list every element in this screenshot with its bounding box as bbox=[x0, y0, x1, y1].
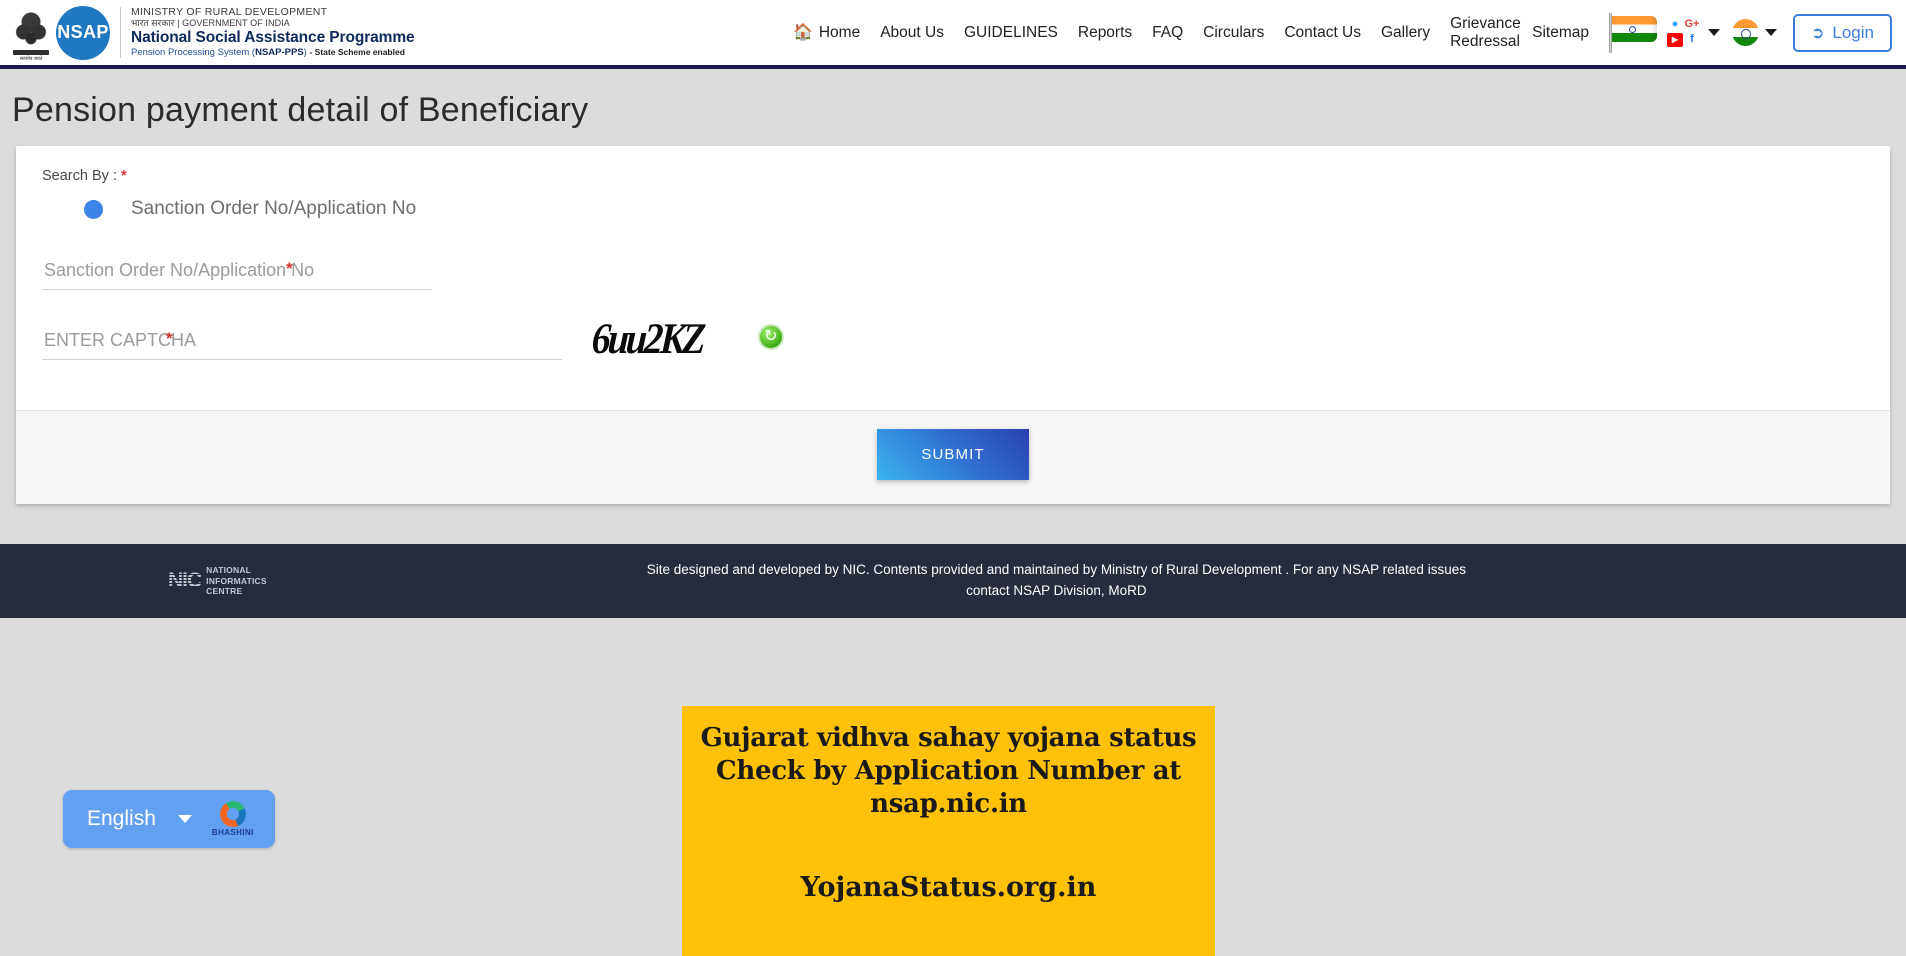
bhashini-selected-language: English bbox=[87, 807, 156, 830]
bhashini-brand-label: BHASHINI bbox=[211, 828, 254, 837]
subtitle-tag: - State Scheme enabled bbox=[309, 46, 405, 57]
footer-credits-text: Site designed and developed by NIC. Cont… bbox=[646, 562, 1466, 598]
captcha-field-wrap: * bbox=[42, 326, 562, 360]
search-form-card: Search By : * Sanction Order No/Applicat… bbox=[16, 146, 1890, 504]
social-dropdown-caret-icon[interactable] bbox=[1707, 29, 1720, 36]
below-footer-area: Gujarat vidhva sahay yojana status Check… bbox=[0, 617, 1906, 956]
site-header: सत्यमेव जयते NSAP MINISTRY OF RURAL DEVE… bbox=[0, 0, 1906, 69]
nav-item-grievance-redressal[interactable]: Grievance Redressal bbox=[1440, 15, 1522, 51]
page-title: Pension payment detail of Beneficiary bbox=[12, 91, 589, 129]
search-by-radio-group: Sanction Order No/Application No bbox=[42, 198, 1864, 220]
promo-banner-url: YojanaStatus.org.in bbox=[800, 871, 1097, 903]
submit-button[interactable]: SUBMIT bbox=[877, 429, 1029, 480]
india-flag-icon bbox=[1607, 12, 1659, 53]
nav-item-home[interactable]: 🏠 Home bbox=[783, 24, 870, 42]
form-body: Search By : * Sanction Order No/Applicat… bbox=[16, 146, 1890, 410]
nav-item-circulars[interactable]: Circulars bbox=[1193, 24, 1274, 42]
sanction-order-field-wrap: * bbox=[42, 256, 432, 290]
main-navigation: 🏠 Home About Us GUIDELINES Reports FAQ C… bbox=[783, 12, 1906, 53]
nsap-logo-badge: NSAP bbox=[56, 5, 110, 60]
nic-mark: NIC bbox=[168, 568, 202, 592]
form-footer: SUBMIT bbox=[16, 410, 1890, 504]
promo-banner-line-2: Check by Application Number at bbox=[715, 756, 1182, 787]
nic-fullname: NATIONAL INFORMATICS CENTRE bbox=[206, 565, 267, 597]
promo-banner-line-3: nsap.nic.in bbox=[870, 789, 1027, 820]
nic-line-3: CENTRE bbox=[206, 586, 243, 597]
programme-title: National Social Assistance Programme bbox=[131, 29, 415, 47]
language-flag-icon[interactable] bbox=[1731, 19, 1759, 46]
ministry-line: MINISTRY OF RURAL DEVELOPMENT bbox=[131, 5, 328, 18]
nav-label-home: Home bbox=[818, 23, 861, 41]
language-dropdown-caret-icon[interactable] bbox=[1764, 29, 1777, 36]
search-by-label: Search By : bbox=[42, 168, 117, 184]
subtitle-suffix: ) bbox=[303, 46, 307, 58]
nav-item-reports[interactable]: Reports bbox=[1068, 24, 1142, 42]
bhashini-language-selector[interactable]: English BHASHINI bbox=[63, 790, 275, 848]
nav-item-faq[interactable]: FAQ bbox=[1142, 24, 1193, 42]
login-arrow-icon: ➲ bbox=[1810, 24, 1825, 42]
ashoka-chakra-icon bbox=[1628, 25, 1636, 33]
captcha-image: 6uu2KZ bbox=[590, 314, 705, 364]
nav-item-gallery[interactable]: Gallery bbox=[1371, 24, 1440, 42]
login-button[interactable]: ➲ Login bbox=[1792, 13, 1892, 52]
twitter-icon[interactable]: ● bbox=[1667, 18, 1683, 32]
home-icon: 🏠 bbox=[792, 23, 813, 41]
subtitle-prefix: Pension Processing System ( bbox=[131, 46, 256, 58]
programme-subtitle: Pension Processing System (NSAP-PPS) - S… bbox=[131, 46, 415, 59]
brand-block[interactable]: सत्यमेव जयते NSAP MINISTRY OF RURAL DEVE… bbox=[0, 4, 415, 62]
search-by-required-mark: * bbox=[120, 168, 127, 184]
nav-item-guidelines[interactable]: GUIDELINES bbox=[954, 24, 1068, 42]
nav-item-about-us[interactable]: About Us bbox=[870, 24, 954, 42]
google-plus-icon[interactable]: G+ bbox=[1684, 18, 1700, 32]
captcha-input[interactable] bbox=[42, 326, 562, 360]
sanction-order-input[interactable] bbox=[42, 256, 432, 290]
promo-banner-line-1: Gujarat vidhva sahay yojana status bbox=[700, 722, 1197, 753]
chevron-down-icon[interactable] bbox=[177, 815, 192, 823]
site-footer: NIC NATIONAL INFORMATICS CENTRE Site des… bbox=[0, 544, 1906, 618]
emblem-lions bbox=[14, 9, 48, 50]
govt-english: GOVERNMENT OF INDIA bbox=[182, 18, 290, 29]
emblem-base bbox=[13, 49, 49, 55]
radio-label-sanction-order-no: Sanction Order No/Application No bbox=[131, 198, 417, 219]
youtube-icon[interactable]: ▶ bbox=[1666, 33, 1683, 47]
india-emblem-icon: सत्यमेव जयते bbox=[10, 4, 52, 62]
emblem-caption: सत्यमेव जयते bbox=[19, 55, 43, 62]
govt-separator: | bbox=[177, 18, 180, 29]
nav-item-sitemap[interactable]: Sitemap bbox=[1522, 24, 1599, 42]
social-links: ● G+ ▶ f bbox=[1666, 18, 1700, 47]
refresh-captcha-icon[interactable]: ↻ bbox=[757, 324, 784, 350]
nav-item-contact-us[interactable]: Contact Us bbox=[1274, 24, 1371, 42]
radio-sanction-order-no[interactable] bbox=[84, 199, 103, 219]
bhashini-logo: BHASHINI bbox=[212, 801, 254, 837]
nic-logo: NIC NATIONAL INFORMATICS CENTRE bbox=[168, 565, 267, 597]
search-by-label-row: Search By : * bbox=[42, 168, 1864, 184]
subtitle-bold: NSAP-PPS bbox=[255, 46, 304, 58]
govt-hindi: भारत सरकार bbox=[131, 18, 175, 29]
bhashini-swirl-icon bbox=[219, 801, 246, 827]
login-label: Login bbox=[1832, 22, 1874, 42]
nic-line-2: INFORMATICS bbox=[206, 575, 267, 586]
nic-line-1: NATIONAL bbox=[206, 564, 252, 575]
government-line: भारत सरकार | GOVERNMENT OF INDIA bbox=[131, 18, 415, 28]
captcha-row: * 6uu2KZ ↻ bbox=[42, 315, 1864, 396]
promo-banner: Gujarat vidhva sahay yojana status Check… bbox=[682, 705, 1215, 956]
brand-text-block: MINISTRY OF RURAL DEVELOPMENT भारत सरकार… bbox=[120, 5, 415, 59]
facebook-icon[interactable]: f bbox=[1684, 33, 1700, 47]
